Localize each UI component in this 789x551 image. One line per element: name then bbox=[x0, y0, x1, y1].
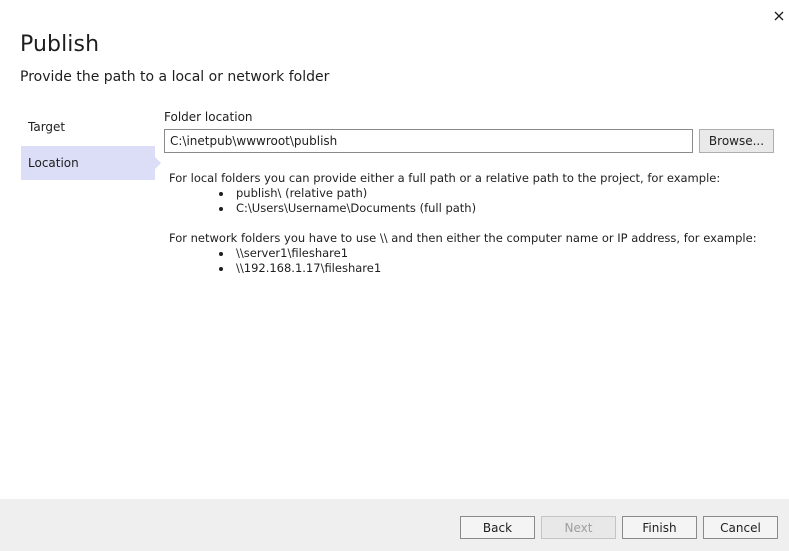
finish-button[interactable]: Finish bbox=[622, 516, 697, 539]
browse-button[interactable]: Browse... bbox=[699, 129, 774, 153]
local-examples-list: publish\ (relative path) C:\Users\Userna… bbox=[169, 186, 720, 216]
network-examples-list: \\server1\fileshare1 \\192.168.1.17\file… bbox=[169, 246, 757, 276]
local-folder-help: For local folders you can provide either… bbox=[169, 171, 720, 216]
nav-item-location[interactable]: Location bbox=[21, 146, 161, 180]
step-nav: Target Location bbox=[21, 110, 161, 182]
dialog-title: Publish bbox=[20, 32, 100, 57]
network-example-item: \\server1\fileshare1 bbox=[169, 246, 757, 261]
local-example-item: publish\ (relative path) bbox=[169, 186, 720, 201]
dialog-subtitle: Provide the path to a local or network f… bbox=[20, 69, 330, 85]
cancel-button[interactable]: Cancel bbox=[703, 516, 778, 539]
network-folder-help: For network folders you have to use \\ a… bbox=[169, 231, 757, 276]
local-help-intro: For local folders you can provide either… bbox=[169, 171, 721, 185]
back-button[interactable]: Back bbox=[460, 516, 535, 539]
close-button[interactable] bbox=[770, 7, 788, 25]
network-help-intro: For network folders you have to use \\ a… bbox=[169, 231, 757, 245]
folder-location-label: Folder location bbox=[164, 110, 253, 124]
nav-item-target[interactable]: Target bbox=[21, 110, 155, 144]
network-example-item: \\192.168.1.17\fileshare1 bbox=[169, 261, 757, 276]
next-button[interactable]: Next bbox=[541, 516, 616, 539]
close-icon bbox=[774, 11, 784, 21]
folder-location-input[interactable] bbox=[164, 129, 693, 153]
local-example-item: C:\Users\Username\Documents (full path) bbox=[169, 201, 720, 216]
